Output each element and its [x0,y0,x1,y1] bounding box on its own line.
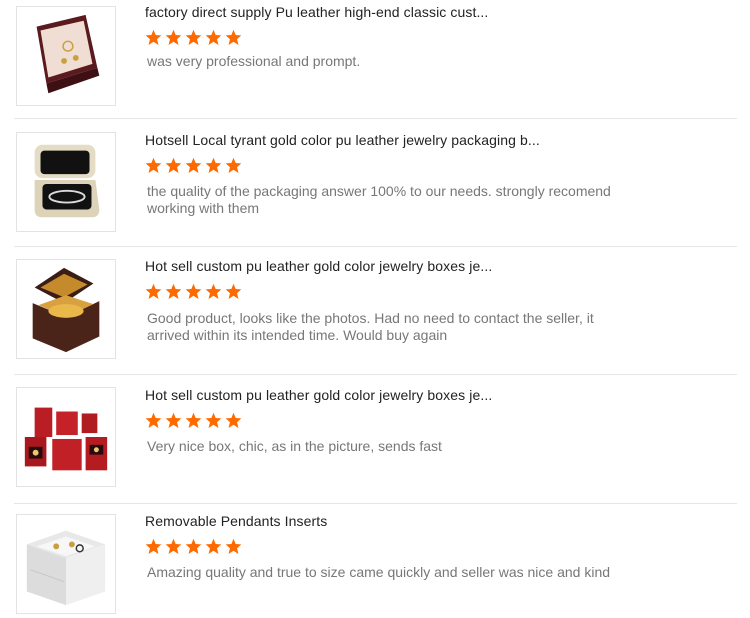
star-icon [225,157,242,173]
burgundy-jewelry-box-image [17,7,115,105]
star-icon [205,157,222,173]
review-comment: the quality of the packaging answer 100%… [147,183,611,216]
rating-stars [145,29,242,47]
product-thumbnail[interactable] [16,6,116,106]
star-icon [145,412,162,428]
red-jewelry-box-set-image [17,388,115,486]
review-item: Hot sell custom pu leather gold color je… [14,247,737,375]
star-icon [185,157,202,173]
star-icon [145,538,162,554]
star-icon [165,283,182,299]
star-icon [145,157,162,173]
product-thumbnail[interactable] [16,132,116,232]
star-icon [225,283,242,299]
brown-gold-jewelry-box-image [17,260,115,358]
review-comment: Good product, looks like the photos. Had… [147,310,594,343]
product-thumbnail[interactable] [16,514,116,614]
gold-bracelet-box-image [17,133,115,231]
star-icon [165,538,182,554]
product-thumbnail[interactable] [16,259,116,359]
star-icon [165,29,182,45]
review-item: factory direct supply Pu leather high-en… [14,0,737,119]
review-item: Hotsell Local tyrant gold color pu leath… [14,119,737,247]
review-item: Hot sell custom pu leather gold color je… [14,375,737,504]
product-title[interactable]: Hot sell custom pu leather gold color je… [145,387,492,403]
star-icon [205,29,222,45]
star-icon [185,538,202,554]
star-icon [205,412,222,428]
star-icon [225,538,242,554]
star-icon [185,29,202,45]
rating-stars [145,157,242,175]
product-title[interactable]: Hot sell custom pu leather gold color je… [145,258,492,274]
review-comment: Very nice box, chic, as in the picture, … [147,438,442,454]
star-icon [145,283,162,299]
star-icon [185,412,202,428]
product-thumbnail[interactable] [16,387,116,487]
rating-stars [145,538,242,556]
product-title[interactable]: Removable Pendants Inserts [145,513,327,529]
star-icon [165,157,182,173]
star-icon [225,29,242,45]
review-item: Removable Pendants Inserts Amazing quali… [14,504,737,618]
star-icon [205,283,222,299]
star-icon [205,538,222,554]
star-icon [165,412,182,428]
rating-stars [145,283,242,301]
white-jewelry-organizer-image [17,515,115,613]
star-icon [145,29,162,45]
star-icon [225,412,242,428]
review-comment: Amazing quality and true to size came qu… [147,564,611,580]
rating-stars [145,412,242,430]
product-title[interactable]: Hotsell Local tyrant gold color pu leath… [145,132,540,148]
star-icon [185,283,202,299]
review-comment: was very professional and prompt. [147,53,361,69]
product-title[interactable]: factory direct supply Pu leather high-en… [145,4,488,20]
